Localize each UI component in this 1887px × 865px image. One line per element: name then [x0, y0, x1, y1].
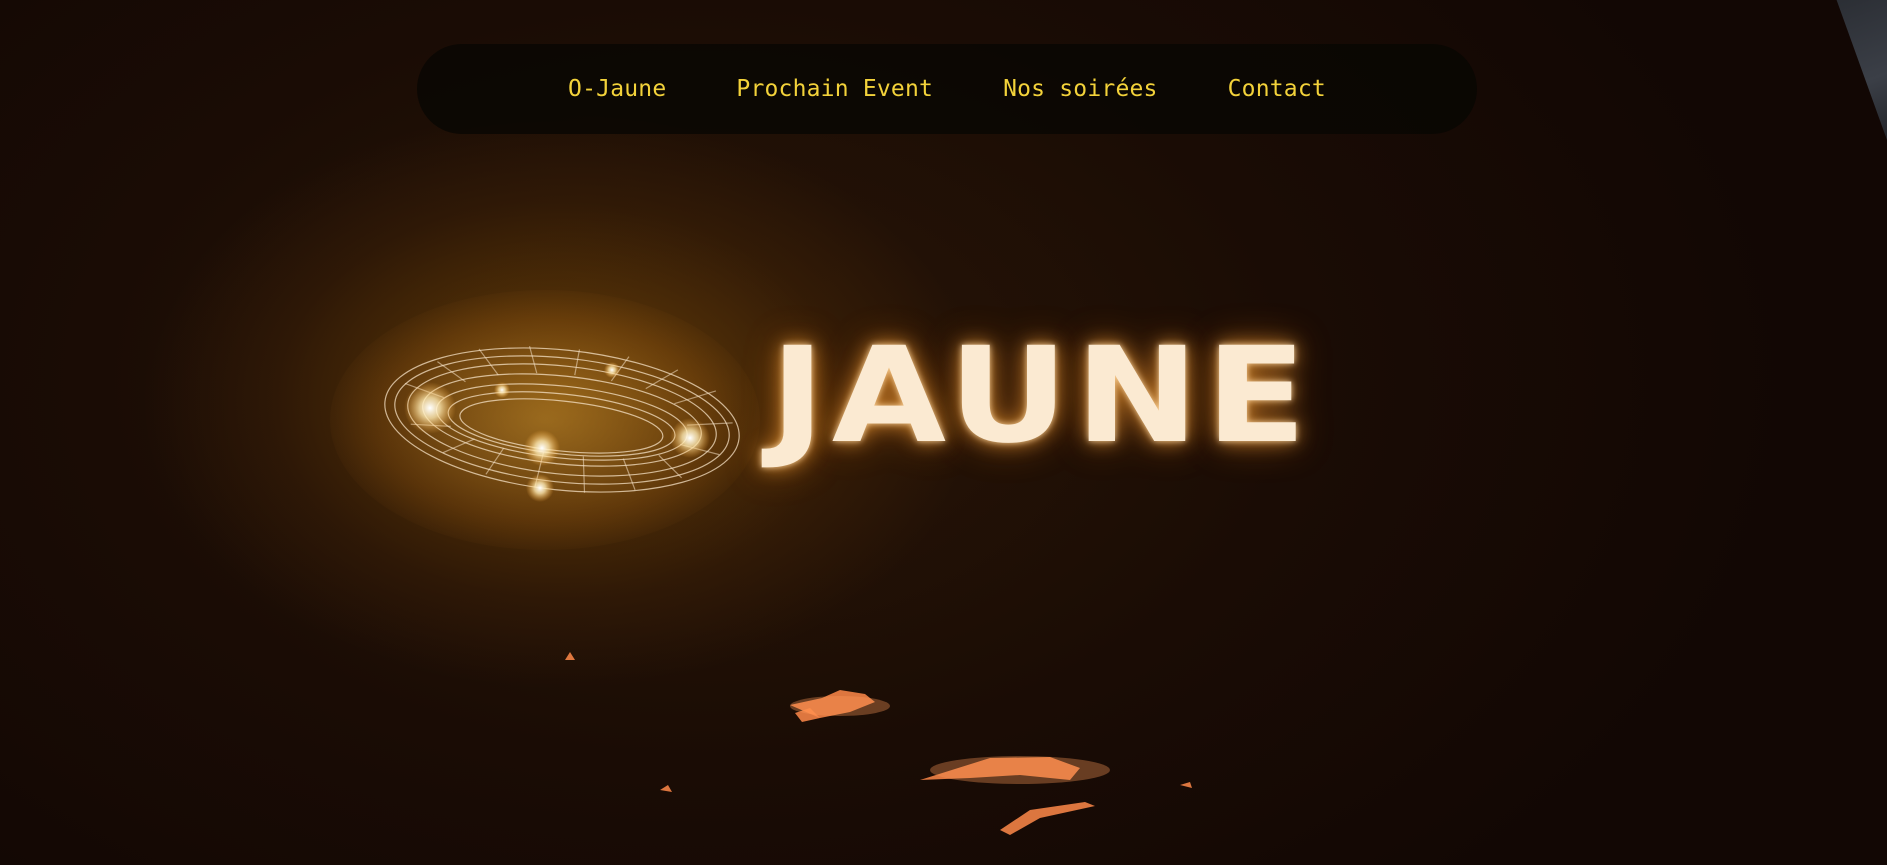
hero-stage: O-Jaune Prochain Event Nos soirées Conta… — [0, 0, 1887, 865]
nav-item-contact[interactable]: Contact — [1228, 76, 1326, 102]
wireframe-ring-logo — [384, 346, 740, 502]
nav-item-prochain-event[interactable]: Prochain Event — [736, 76, 933, 102]
corner-decoration — [1836, 0, 1887, 140]
main-nav: O-Jaune Prochain Event Nos soirées Conta… — [417, 44, 1477, 134]
nav-item-nos-soirees[interactable]: Nos soirées — [1003, 76, 1158, 102]
nav-item-o-jaune[interactable]: O-Jaune — [568, 76, 666, 102]
ember-fragments — [565, 652, 1192, 835]
logo-wordmark: JAUNE — [770, 319, 1314, 473]
